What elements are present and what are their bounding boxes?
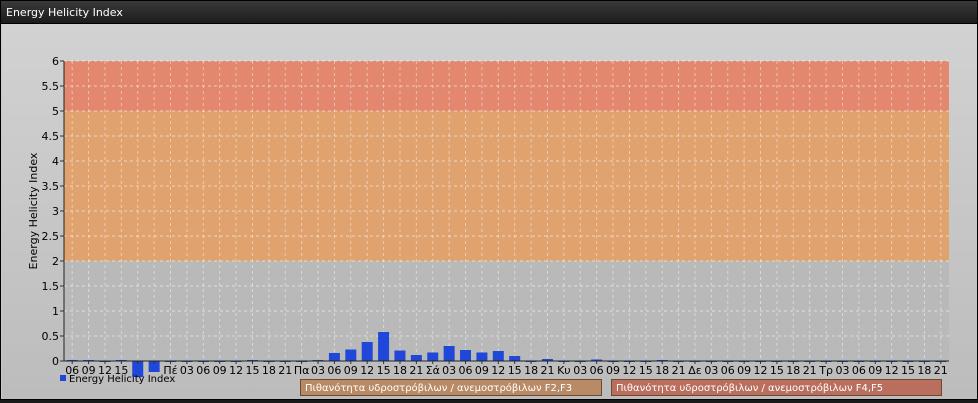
bar (410, 355, 422, 361)
x-tick-label: 18 (655, 364, 669, 377)
x-tick-label: 15 (639, 364, 653, 377)
y-tick-label: 5.5 (42, 80, 60, 93)
y-tick-label: 4.5 (42, 130, 60, 143)
legend-series[interactable]: Energy Helicity Index (60, 374, 175, 385)
x-tick-label: 03 (311, 364, 325, 377)
bar (509, 356, 521, 361)
x-tick-label: 15 (377, 364, 391, 377)
x-tick-label: 09 (344, 364, 358, 377)
risk-legend-f4f5-label: Πιθανότητα υδροστρόβιλων / ανεμοστρόβιλω… (616, 383, 884, 394)
x-tick-label: 06 (327, 364, 341, 377)
x-tick-label: Σά (426, 364, 440, 377)
x-tick-label: 09 (213, 364, 227, 377)
bar (492, 351, 504, 361)
x-tick-label: 09 (868, 364, 882, 377)
x-tick-label: 03 (835, 364, 849, 377)
window-titlebar: Energy Helicity Index (1, 1, 977, 24)
y-tick-label: 0 (52, 355, 59, 368)
x-tick-label: 12 (754, 364, 768, 377)
x-tick-label: 06 (721, 364, 735, 377)
y-tick-label: 4 (52, 155, 59, 168)
x-tick-label: Δε (688, 364, 702, 377)
bar (476, 352, 488, 361)
y-tick-label: 1.5 (42, 280, 60, 293)
x-tick-label: 06 (196, 364, 210, 377)
risk-legend-f2f3-label: Πιθανότητα υδροστρόβιλων / ανεμοστρόβιλω… (305, 383, 573, 394)
x-tick-label: 12 (360, 364, 374, 377)
x-tick-label: 03 (180, 364, 194, 377)
y-tick-label: 2 (52, 255, 59, 268)
window-title: Energy Helicity Index (6, 6, 123, 19)
x-tick-label: 21 (803, 364, 817, 377)
x-tick-label: Κυ (557, 364, 571, 377)
y-tick-label: 6 (52, 55, 59, 68)
x-tick-label: 18 (393, 364, 407, 377)
risk-legend-f4f5: Πιθανότητα υδροστρόβιλων / ανεμοστρόβιλω… (611, 379, 942, 396)
legend-swatch (60, 375, 66, 381)
chart-window: Energy Helicity Index 0 0.5 1 1.5 2 2.5 3 3.5 4 4… (0, 0, 978, 400)
x-tick-label: 21 (540, 364, 554, 377)
bar (427, 352, 439, 361)
chart-area: 0 0.5 1 1.5 2 2.5 3 3.5 4 4.5 5 5.5 6 06 09 12 15 Πέ 03 06 0… (2, 24, 977, 399)
x-tick-label: 18 (786, 364, 800, 377)
x-tick-label: Πα (294, 364, 310, 377)
x-tick-label: 21 (409, 364, 423, 377)
y-tick-label: 3.5 (42, 180, 60, 193)
bar (345, 349, 357, 361)
bar (443, 346, 455, 361)
x-tick-label: 12 (885, 364, 899, 377)
bar (460, 350, 472, 361)
x-tick-label: 15 (770, 364, 784, 377)
x-tick-label: 09 (737, 364, 751, 377)
bar (361, 342, 373, 361)
risk-legend-f2f3: Πιθανότητα υδροστρόβιλων / ανεμοστρόβιλω… (300, 379, 602, 396)
x-tick-label: 18 (917, 364, 931, 377)
x-tick-label: 09 (475, 364, 489, 377)
ehi-chart: 00.511.522.533.544.555.5606 09 12 15 Πέ 03 06 0… (27, 55, 949, 377)
x-tick-label: Τρ (818, 364, 833, 377)
bar (328, 353, 340, 361)
x-tick-label: 06 (590, 364, 604, 377)
x-tick-label: 03 (573, 364, 587, 377)
x-tick-label: 06 (459, 364, 473, 377)
bar (378, 332, 390, 361)
y-tick-label: 0.5 (42, 330, 60, 343)
x-tick-label: 15 (508, 364, 522, 377)
x-tick-label: 12 (229, 364, 243, 377)
x-tick-label: 21 (278, 364, 292, 377)
x-tick-label: 12 (491, 364, 505, 377)
y-tick-label: 3 (52, 205, 59, 218)
y-axis-label: Energy Helicity Index (27, 152, 40, 269)
y-tick-label: 5 (52, 105, 59, 118)
x-tick-label: 12 (622, 364, 636, 377)
legend-series-label: Energy Helicity Index (69, 374, 176, 385)
bar (394, 350, 406, 361)
x-tick-label: 03 (442, 364, 456, 377)
x-tick-label: 18 (524, 364, 538, 377)
x-tick-label: 09 (606, 364, 620, 377)
y-tick-label: 1 (52, 305, 59, 318)
y-tick-label: 2.5 (42, 230, 60, 243)
x-tick-label: 03 (704, 364, 718, 377)
x-tick-label: 18 (262, 364, 276, 377)
x-tick-label: 21 (934, 364, 948, 377)
x-tick-label: 15 (901, 364, 915, 377)
x-tick-label: 15 (245, 364, 259, 377)
x-tick-label: 06 (852, 364, 866, 377)
x-tick-label: 21 (672, 364, 686, 377)
